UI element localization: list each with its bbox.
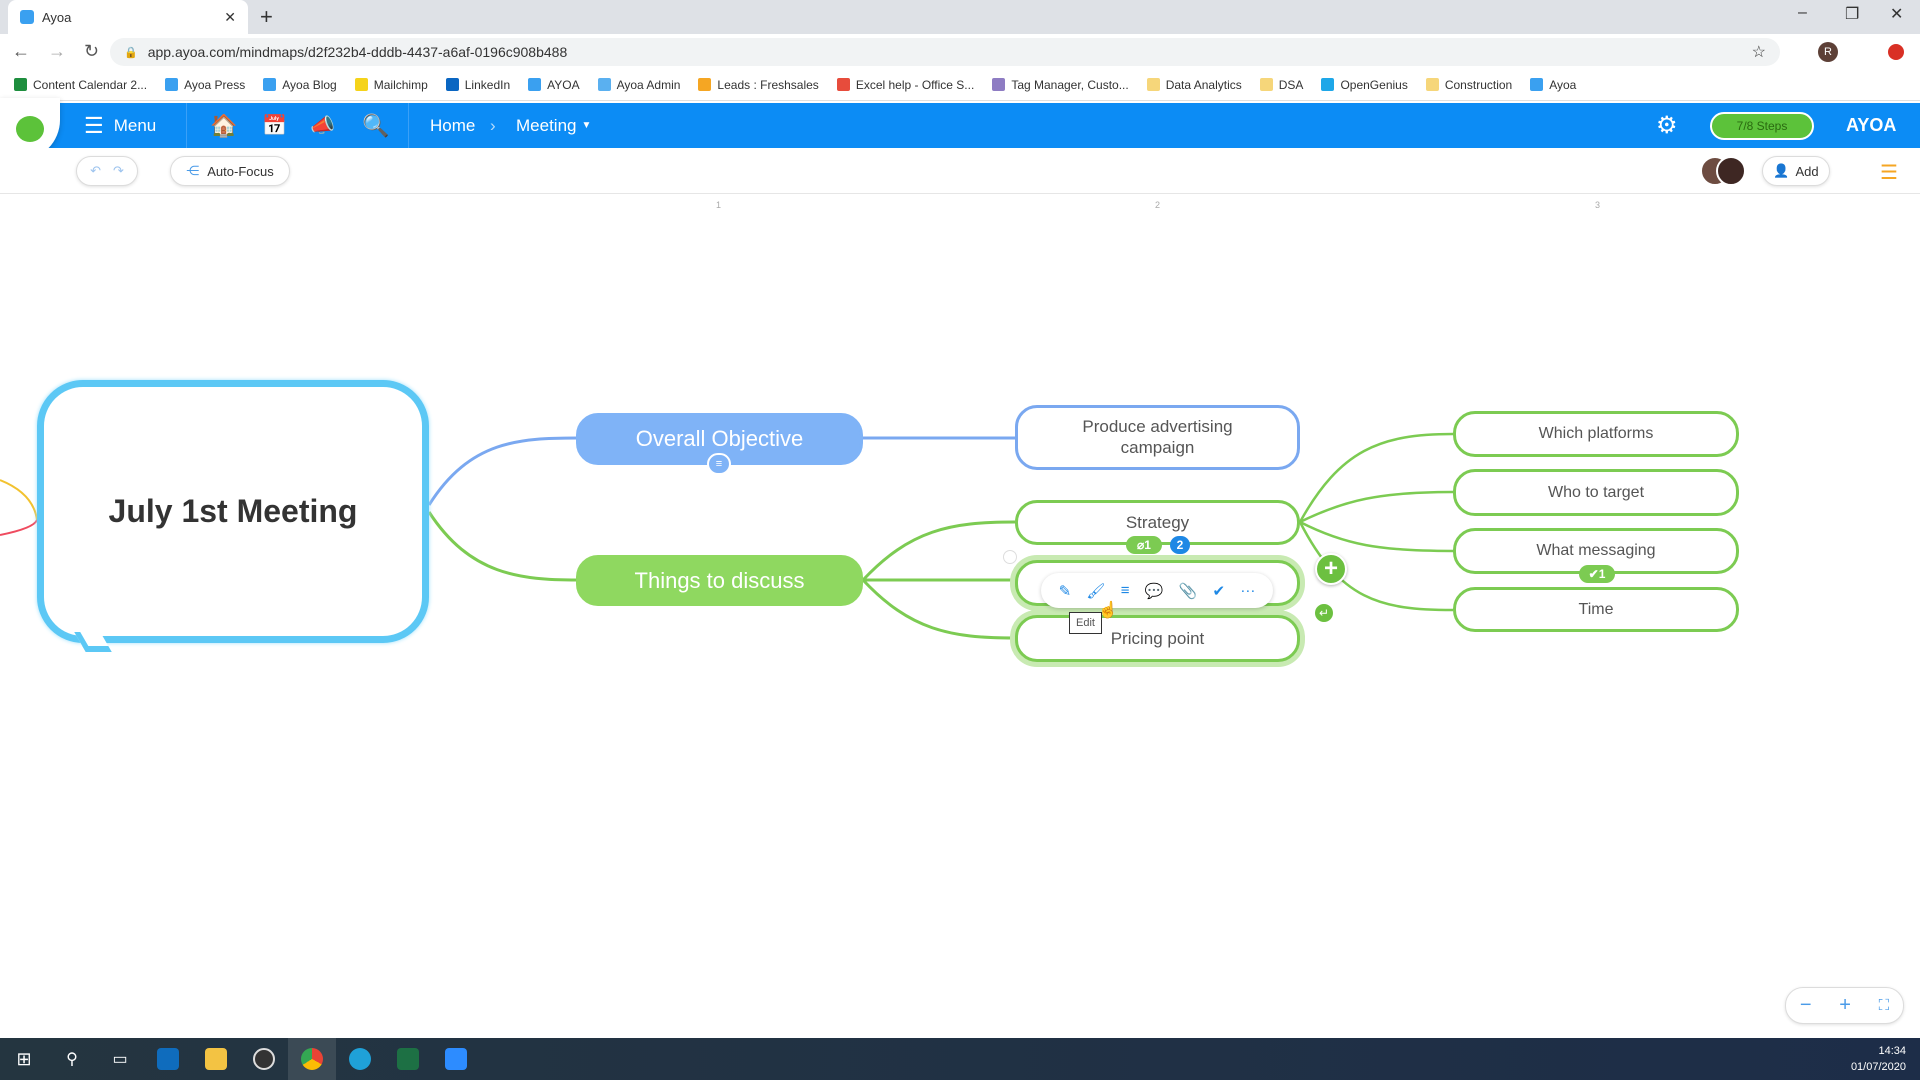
zoom-out-button[interactable]: − [1800,994,1812,1017]
vpn-icon[interactable] [240,1038,288,1080]
connector-discuss [427,511,579,582]
add-node-button[interactable]: + [1315,553,1347,585]
outlook-icon[interactable] [144,1038,192,1080]
comment-count-badge[interactable]: 2 [1170,536,1190,554]
connector-leaf-3 [1299,520,1454,553]
clock-date: 01/07/2020 [1850,1061,1906,1073]
node-action-toolbar: ✎ 🖌 ≡ 💬 📎 ✔ ··· [1041,573,1273,608]
leaf-which-platforms[interactable]: Which platforms [1453,411,1739,457]
branch-things-to-discuss[interactable]: Things to discuss [576,555,863,606]
more-icon[interactable]: ··· [1240,582,1255,599]
paintbrush-icon[interactable]: 🖌 [1086,582,1105,600]
edge-icon[interactable] [336,1038,384,1080]
node-label: Which platforms [1538,425,1654,442]
task-count: 1 [1598,567,1606,581]
branch-label: Things to discuss [634,567,805,593]
attachment-icon[interactable]: 📎 [1179,582,1198,600]
attachment-count-badge[interactable]: ⌀ 1 [1126,536,1162,554]
fit-screen-icon[interactable]: ⛶ [1879,997,1890,1014]
notes-icon[interactable]: ≡ [707,453,731,475]
central-node-label: July 1st Meeting [108,493,358,529]
paperclip-icon: ⌀ [1137,538,1145,552]
connector-pricing [861,578,1016,640]
zoom-app-icon[interactable] [432,1038,480,1080]
excel-icon[interactable] [384,1038,432,1080]
check-icon[interactable]: ✔ [1213,582,1226,600]
node-produce-advertising-campaign[interactable]: Produce advertising campaign [1015,405,1300,470]
leaf-who-to-target[interactable]: Who to target [1453,469,1739,516]
connector-left-yellow [0,479,38,521]
branch-label: Overall Objective [635,426,804,451]
file-explorer-icon[interactable] [192,1038,240,1080]
clock-time: 14:34 [1878,1045,1906,1057]
node-pricing-point[interactable]: Pricing point [1015,615,1300,662]
node-label: Produce advertising campaign [1082,417,1233,457]
check-icon: ✔ [1588,567,1599,581]
search-icon[interactable]: ⚲ [48,1038,96,1080]
central-node[interactable]: July 1st Meeting [37,380,429,643]
system-clock[interactable]: 14:34 01/07/2020 [1851,1043,1906,1075]
hand-cursor-icon: ☝ [1098,602,1118,619]
zoom-in-button[interactable]: + [1839,994,1851,1017]
node-label: Strategy [1125,512,1190,532]
attachment-count: 1 [1144,538,1151,552]
connector-strategy [861,520,1016,582]
connector-leaf-2 [1299,490,1454,524]
connector-left-red [0,519,38,536]
zoom-controls: − + ⛶ [1785,987,1904,1024]
node-label: What messaging [1536,542,1656,559]
node-label: Pricing point [1110,628,1205,648]
task-view-icon[interactable]: ▭ [96,1038,144,1080]
node-label: Time [1578,600,1614,618]
notes-icon[interactable]: ≡ [1121,582,1130,599]
node-label: Who to target [1547,483,1645,501]
connector-objective [427,436,579,506]
pencil-icon[interactable]: ✎ [1059,582,1072,600]
drag-handle[interactable] [1003,550,1017,564]
leaf-time[interactable]: Time [1453,587,1739,632]
comment-icon[interactable]: 💬 [1145,582,1164,600]
connector-leaf-1 [1298,432,1454,523]
windows-taskbar: ⊞ ⚲ ▭ 14:34 01/07/2020 [0,1038,1920,1080]
add-sibling-icon[interactable]: ↵ [1313,602,1335,624]
start-button[interactable]: ⊞ [0,1038,48,1080]
chrome-icon[interactable] [288,1038,336,1080]
task-complete-badge[interactable]: ✔ 1 [1579,565,1615,583]
